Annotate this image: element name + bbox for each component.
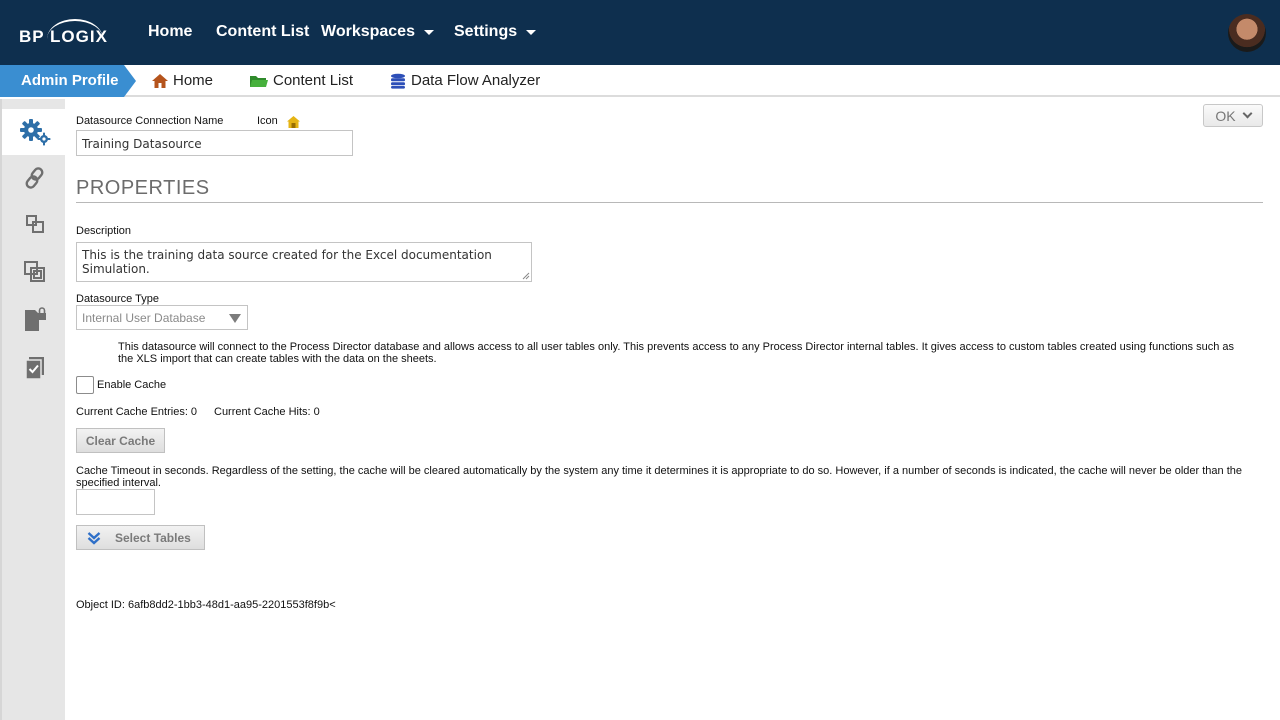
caret-down-icon xyxy=(423,29,434,35)
ok-button[interactable]: OK xyxy=(1203,104,1263,127)
chevron-down-icon xyxy=(1242,108,1253,119)
rail-objects[interactable] xyxy=(2,201,67,247)
breadcrumb-home-label: Home xyxy=(173,72,214,89)
breadcrumb-data-flow-analyzer[interactable]: Data Flow Analyzer xyxy=(389,65,540,97)
top-navigation-bar: BP LOGIX Home Content List Workspaces Se… xyxy=(0,0,1280,65)
gears-icon xyxy=(19,119,50,146)
topnav-content-list[interactable]: Content List xyxy=(216,23,309,41)
database-icon xyxy=(391,73,405,89)
copy-icon xyxy=(23,261,45,282)
datasource-home-icon[interactable] xyxy=(286,115,301,129)
double-chevron-down-icon xyxy=(87,531,101,545)
rail-checklist[interactable] xyxy=(2,345,67,391)
topnav-content-list-label: Content List xyxy=(216,23,310,40)
rail-locked-file[interactable] xyxy=(2,297,67,343)
breadcrumb-home[interactable]: Home xyxy=(151,65,213,97)
object-id: Object ID: 6afb8dd2-1bb3-48d1-aa95-22015… xyxy=(76,599,336,611)
ok-button-label: OK xyxy=(1215,107,1236,124)
topnav-settings[interactable]: Settings xyxy=(454,23,537,41)
select-tables-button[interactable]: Select Tables xyxy=(76,525,205,550)
checklist-icon xyxy=(24,357,44,380)
description-text: This is the training data source created… xyxy=(82,248,492,276)
topnav-settings-label: Settings xyxy=(454,23,518,40)
icon-label: Icon xyxy=(257,115,278,127)
locked-file-icon xyxy=(24,307,46,331)
clear-cache-label: Clear Cache xyxy=(85,433,156,448)
resize-handle-icon[interactable] xyxy=(522,272,530,280)
caret-down-icon xyxy=(526,29,537,35)
properties-divider xyxy=(76,202,1263,203)
logo-text: BP LOGIX xyxy=(19,27,108,46)
conn-name-input[interactable]: Training Datasource xyxy=(76,130,353,156)
cache-timeout-input[interactable] xyxy=(76,489,155,515)
left-tool-rail xyxy=(0,99,67,720)
topnav-workspaces[interactable]: Workspaces xyxy=(321,23,434,41)
enable-cache-label: Enable Cache xyxy=(97,379,167,391)
breadcrumb-data-flow-analyzer-label: Data Flow Analyzer xyxy=(411,72,541,89)
dropdown-arrow-icon xyxy=(229,314,241,323)
description-label: Description xyxy=(76,225,132,237)
breadcrumb-content-list-label: Content List xyxy=(273,72,354,89)
home-icon xyxy=(152,74,168,88)
enable-cache-checkbox[interactable] xyxy=(76,376,94,394)
properties-title: PROPERTIES xyxy=(76,177,210,199)
rail-copy[interactable] xyxy=(2,249,67,295)
cache-timeout-label: Cache Timeout in seconds. Regardless of … xyxy=(76,465,1242,489)
datasource-type-value: Internal User Database xyxy=(82,311,206,325)
breadcrumb-content-list[interactable]: Content List xyxy=(249,65,353,97)
admin-profile-tab[interactable]: Admin Profile xyxy=(0,65,136,97)
topnav-home-label: Home xyxy=(148,23,193,40)
folder-icon xyxy=(250,76,268,87)
bplogix-logo[interactable]: BP LOGIX xyxy=(19,19,109,47)
conn-name-label: Datasource Connection Name xyxy=(76,115,224,127)
link-icon xyxy=(25,167,43,189)
select-tables-label: Select Tables xyxy=(115,530,191,545)
user-avatar[interactable] xyxy=(1228,14,1266,52)
rail-link[interactable] xyxy=(2,155,67,201)
objects-icon xyxy=(25,215,44,233)
datasource-type-info: This datasource will connect to the Proc… xyxy=(118,341,1235,365)
cache-entries: Current Cache Entries: 0 xyxy=(76,406,198,418)
topnav-home[interactable]: Home xyxy=(148,23,192,41)
rail-gears[interactable] xyxy=(2,109,67,155)
cache-hits: Current Cache Hits: 0 xyxy=(214,406,320,418)
topnav-workspaces-label: Workspaces xyxy=(321,23,415,40)
clear-cache-button[interactable]: Clear Cache xyxy=(76,428,165,453)
datasource-type-label: Datasource Type xyxy=(76,293,159,305)
datasource-type-select[interactable]: Internal User Database xyxy=(76,305,248,330)
breadcrumb-bar: Admin Profile Home Content List Data Flo… xyxy=(0,65,1280,97)
description-textarea[interactable]: This is the training data source created… xyxy=(76,242,532,282)
